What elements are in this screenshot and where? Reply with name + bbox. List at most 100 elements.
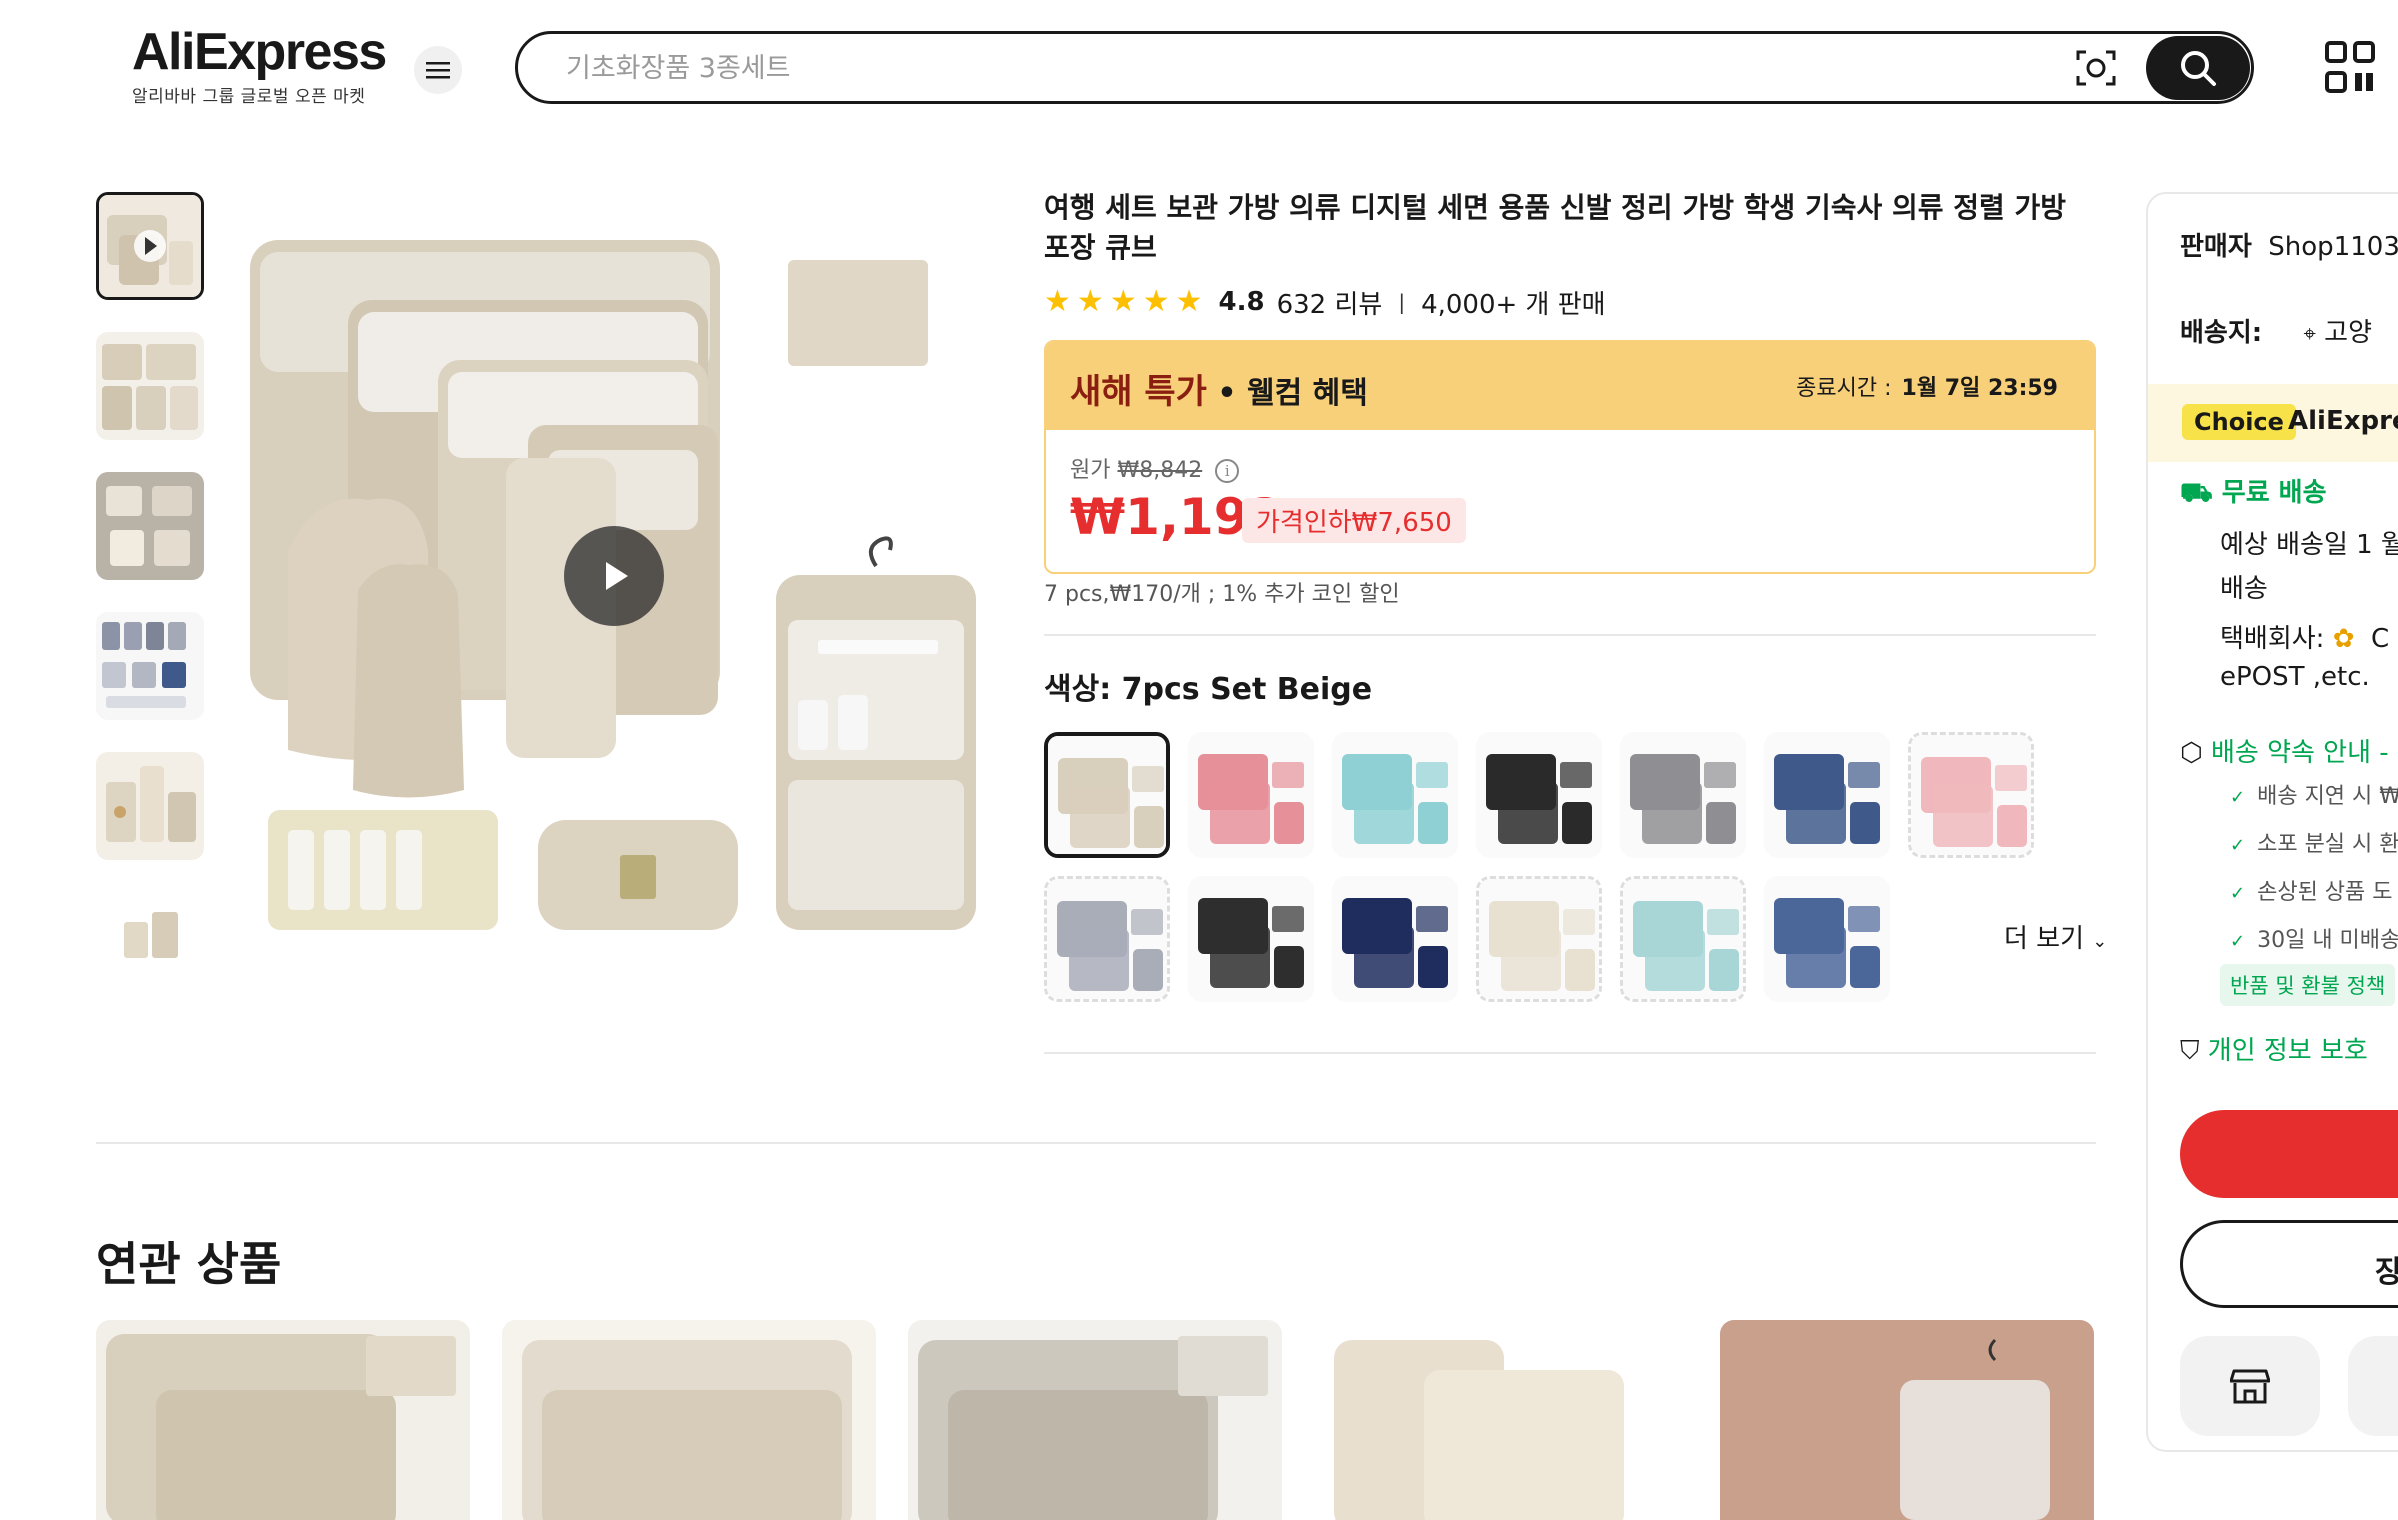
add-to-cart-button[interactable]: 장 xyxy=(2180,1220,2398,1308)
buy-now-button[interactable] xyxy=(2180,1110,2398,1198)
color-swatch[interactable] xyxy=(1476,876,1602,1002)
menu-button[interactable] xyxy=(414,46,462,94)
promise-item: ✓ 손상된 상품 도 xyxy=(2230,874,2393,906)
color-swatch[interactable] xyxy=(1188,732,1314,858)
secondary-action-button[interactable] xyxy=(2348,1336,2398,1436)
end-time-value: 1월 7일 23:59 xyxy=(1901,376,2058,401)
privacy-label: 개인 정보 보호 xyxy=(2207,1036,2368,1066)
choice-badge: Choice xyxy=(2182,404,2296,440)
more-colors-button[interactable]: 더 보기 ⌄ xyxy=(2004,918,2107,955)
divider xyxy=(96,1142,2096,1144)
promo-welcome: • 웰컴 혜택 xyxy=(1206,376,1368,411)
color-swatch[interactable] xyxy=(1044,876,1170,1002)
check-icon: ✓ xyxy=(2230,835,2246,856)
play-video-button[interactable] xyxy=(564,526,664,626)
color-swatch[interactable] xyxy=(1620,732,1746,858)
store-button[interactable] xyxy=(2180,1336,2320,1436)
color-swatch[interactable] xyxy=(1908,732,2034,858)
courier-extra: C xyxy=(2371,624,2390,654)
rating-row: ★ ★ ★ ★ ★ 4.8 632 리뷰 | 4,000+ 개 판매 xyxy=(1044,282,1606,322)
location-pin-icon: ⌖ xyxy=(2303,322,2316,347)
promo-end-time: 종료시간 : 1월 7일 23:59 xyxy=(1796,370,2058,402)
store-icon xyxy=(2230,1369,2270,1404)
promo-header: 새해 특가 • 웰컴 혜택 종료시간 : 1월 7일 23:59 xyxy=(1046,342,2094,430)
hamburger-icon xyxy=(426,62,450,79)
seller-name-link[interactable]: Shop1103 xyxy=(2268,232,2398,262)
estimated-delivery: 예상 배송일 1 월 xyxy=(2220,530,2398,560)
shield-check-icon: ⛉ xyxy=(2180,1036,2200,1066)
search-icon xyxy=(2181,51,2216,86)
aliexpress-logo[interactable]: AliExpress xyxy=(132,22,387,82)
related-products-title: 연관 상품 xyxy=(96,1237,282,1291)
color-swatch[interactable] xyxy=(1764,732,1890,858)
star-icon: ★ xyxy=(1109,284,1137,319)
color-label: 색상: 7pcs Set Beige xyxy=(1044,672,1373,707)
courier-list: ePOST ,etc. xyxy=(2220,662,2370,692)
promise-item: ✓ 소포 분실 시 환 xyxy=(2230,826,2398,858)
choice-brand: AliExpre xyxy=(2288,406,2398,436)
seller-label: 판매자 xyxy=(2180,232,2252,262)
gallery-thumb-2[interactable] xyxy=(96,332,204,440)
star-icon: ★ xyxy=(1142,284,1170,319)
review-count-link[interactable]: 632 리뷰 xyxy=(1277,284,1383,321)
original-price-value: ₩8,842 xyxy=(1117,458,1203,483)
color-swatch[interactable] xyxy=(1620,876,1746,1002)
promise-item: ✓ 배송 지연 시 ₩1 xyxy=(2230,778,2398,810)
qr-code-icon[interactable] xyxy=(2324,40,2376,96)
color-swatch[interactable] xyxy=(1332,732,1458,858)
promise-item-label: 배송 지연 시 ₩1 xyxy=(2257,784,2398,809)
free-shipping-label: 무료 배송 xyxy=(2221,478,2327,508)
promo-title: 새해 특가 • 웰컴 혜택 xyxy=(1070,364,1368,413)
divider: | xyxy=(1398,290,1406,314)
search-input[interactable] xyxy=(566,50,1966,86)
image-search-icon[interactable] xyxy=(2074,46,2118,90)
delivery-promise-link[interactable]: ⬡ 배송 약속 안내 - xyxy=(2180,732,2389,769)
courier-row: 택배회사: ✿ C xyxy=(2220,618,2389,655)
promise-item-label: 소포 분실 시 환 xyxy=(2257,832,2398,857)
more-colors-label: 더 보기 xyxy=(2004,924,2085,954)
star-icon: ★ xyxy=(1076,284,1104,319)
delivery-word: 배송 xyxy=(2220,574,2268,604)
gallery-thumb-4[interactable] xyxy=(96,612,204,720)
courier-logo-icon: ✿ xyxy=(2332,624,2355,654)
star-icon: ★ xyxy=(1044,284,1071,319)
divider xyxy=(1044,634,2096,636)
search-bar xyxy=(515,31,2254,104)
check-icon: ✓ xyxy=(2230,787,2246,808)
seller-row: 판매자 Shop1103 xyxy=(2180,226,2398,263)
purchase-panel: 판매자 Shop1103 배송지: ⌖ 고양 Choice AliExpre ⛟… xyxy=(2146,192,2398,1452)
add-to-cart-label: 장 xyxy=(2375,1247,2398,1291)
related-product-card[interactable] xyxy=(1314,1320,1688,1520)
related-product-card[interactable] xyxy=(502,1320,876,1520)
logo-subtitle: 알리바바 그룹 글로벌 오픈 마켓 xyxy=(132,87,366,107)
info-icon[interactable]: i xyxy=(1215,459,1240,483)
privacy-link[interactable]: ⛉ 개인 정보 보호 xyxy=(2180,1030,2368,1067)
color-swatch[interactable] xyxy=(1188,876,1314,1002)
check-icon: ✓ xyxy=(2230,883,2246,904)
color-swatch[interactable] xyxy=(1476,732,1602,858)
related-product-card[interactable] xyxy=(96,1320,470,1520)
gallery-thumb-3[interactable] xyxy=(96,472,204,580)
color-swatch[interactable] xyxy=(1332,876,1458,1002)
free-shipping: ⛟ 무료 배송 xyxy=(2180,472,2327,512)
color-swatch[interactable] xyxy=(1764,876,1890,1002)
original-price-label: 원가 xyxy=(1070,458,1111,483)
ship-to-value: 고양 xyxy=(2324,318,2372,348)
return-policy-link[interactable]: 반품 및 환불 정책 xyxy=(2220,964,2396,1006)
color-swatch[interactable] xyxy=(1044,732,1170,858)
gallery-thumb-5[interactable] xyxy=(96,752,204,860)
related-product-card[interactable] xyxy=(908,1320,1282,1520)
check-icon: ✓ xyxy=(2230,931,2246,952)
rating-stars: ★ ★ ★ ★ ★ xyxy=(1044,287,1203,317)
related-product-card[interactable] xyxy=(1720,1320,2094,1520)
delivery-promise-label: 배송 약속 안내 - xyxy=(2210,738,2389,768)
ship-to-row[interactable]: 배송지: ⌖ 고양 xyxy=(2180,312,2372,349)
gallery-thumb-6[interactable] xyxy=(96,892,204,958)
original-price: 원가 ₩8,842 i xyxy=(1070,452,1240,484)
product-title: 여행 세트 보관 가방 의류 디지털 세면 용품 신발 정리 가방 학생 기숙사… xyxy=(1044,191,2067,264)
truck-icon: ⛟ xyxy=(2180,478,2213,508)
search-button[interactable] xyxy=(2146,36,2250,100)
gallery-thumb-1[interactable] xyxy=(96,192,204,300)
star-icon: ★ xyxy=(1175,284,1203,319)
promise-item-label: 30일 내 미배송 xyxy=(2257,928,2398,953)
